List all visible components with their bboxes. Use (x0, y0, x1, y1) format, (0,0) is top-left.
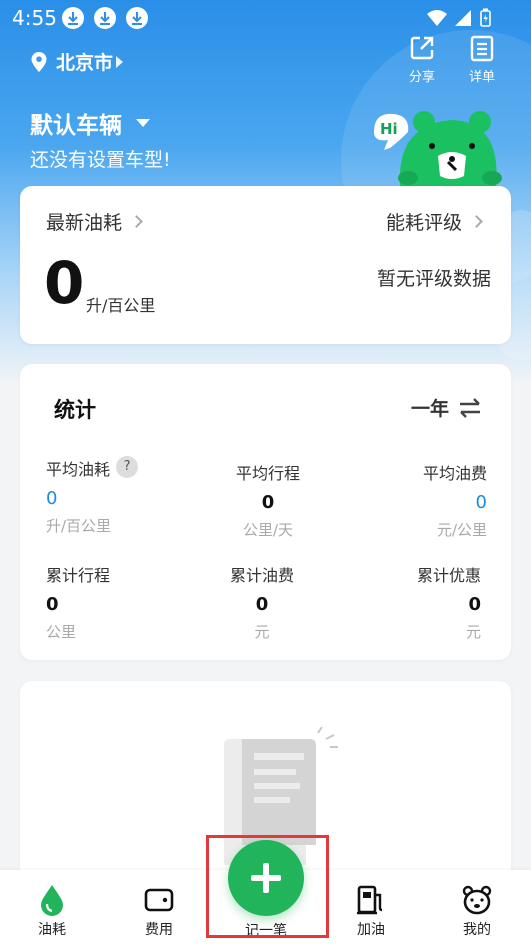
svg-text:Hi: Hi (380, 120, 398, 138)
stat-unit: 元/公里 (436, 521, 487, 539)
chevron-right-icon (470, 215, 483, 228)
city-selector[interactable]: 北京市 (30, 48, 124, 75)
stat-label: 累计行程 (46, 566, 111, 585)
arrow-right-icon (116, 55, 124, 68)
bear-mascot-icon: Hi (374, 111, 502, 188)
help-icon[interactable]: ? (116, 456, 139, 478)
stat-value: 0 (46, 594, 59, 615)
download-icon (62, 7, 84, 29)
signal-icon (455, 10, 471, 26)
stat-value: 0 (468, 594, 481, 615)
stat-label: 累计优惠 (416, 566, 481, 585)
system-status-icons (425, 8, 493, 32)
caret-down-icon (136, 119, 150, 127)
stat-unit: 公里 (46, 623, 77, 641)
stat-unit: 元 (254, 623, 270, 641)
latest-fuel-label: 最新油耗 (46, 212, 123, 234)
nav-tab-expense[interactable]: 费用 (129, 884, 189, 939)
statistics-card: 统计 一年 平均油耗? 0 升/百公里 平均行程 0 公里/天 平均油费 0 元… (20, 364, 511, 660)
period-label: 一年 (410, 398, 449, 420)
stat-label: 平均油费 (422, 464, 487, 483)
stat-value: 0 (475, 492, 487, 513)
statistics-title: 统计 (54, 398, 96, 422)
download-icon (126, 7, 148, 29)
stat-value: 0 (261, 492, 275, 513)
detail-button[interactable]: 详单 (462, 34, 502, 85)
wallet-icon (144, 888, 174, 912)
stat-avg-fuel: 平均油耗? 0 升/百公里 (46, 456, 139, 536)
stat-total-discount: 累计优惠 0 元 (417, 562, 481, 642)
vehicle-selector[interactable]: 默认车辆 (30, 106, 150, 140)
share-label: 分享 (408, 70, 435, 85)
chevron-right-icon (130, 215, 143, 228)
status-time: 4:55 (12, 6, 57, 30)
nav-tab-fuel[interactable]: 油耗 (22, 884, 82, 939)
no-rating-text: 暂无评级数据 (376, 268, 491, 290)
fuel-consumption-card: 最新油耗 能耗评级 0 升/百公里 暂无评级数据 (20, 186, 511, 344)
share-button[interactable]: 分享 (402, 34, 442, 85)
wifi-icon (427, 10, 447, 26)
nav-label: 我的 (463, 922, 491, 938)
period-switch[interactable]: 一年 (411, 394, 481, 421)
energy-rating-label: 能耗评级 (385, 212, 462, 234)
stat-label: 累计油费 (229, 566, 294, 585)
stat-total-trip: 累计行程 0 公里 (46, 562, 110, 642)
highlight-box (206, 835, 329, 938)
stat-total-cost: 累计油费 0 元 (202, 562, 322, 642)
share-icon (410, 36, 434, 60)
energy-rating-link[interactable]: 能耗评级 (385, 208, 483, 235)
download-icon (94, 7, 116, 29)
list-icon (470, 35, 494, 62)
vehicle-name: 默认车辆 (30, 113, 122, 139)
stat-unit: 元 (465, 623, 481, 641)
stat-label: 平均油耗 (46, 460, 111, 479)
location-pin-icon (31, 51, 47, 72)
nav-tab-mine[interactable]: 我的 (447, 884, 507, 939)
vehicle-subtitle[interactable]: 还没有设置车型! (30, 145, 171, 172)
detail-label: 详单 (468, 70, 495, 85)
status-bar: 4:55 (0, 0, 531, 36)
stat-unit: 公里/天 (242, 521, 294, 539)
nav-label: 油耗 (38, 922, 66, 938)
stat-label: 平均行程 (235, 464, 300, 483)
nav-tab-refuel[interactable]: 加油 (341, 884, 401, 939)
latest-fuel-link[interactable]: 最新油耗 (46, 208, 143, 235)
stat-value: 0 (46, 488, 58, 509)
stat-avg-trip: 平均行程 0 公里/天 (208, 460, 328, 540)
latest-fuel-value: 0 (44, 249, 85, 317)
city-name: 北京市 (56, 52, 114, 74)
nav-label: 费用 (145, 922, 173, 938)
stat-unit: 升/百公里 (46, 517, 112, 535)
stat-avg-cost: 平均油费 0 元/公里 (423, 460, 487, 540)
bear-face-icon (462, 885, 492, 915)
fuel-drop-icon (41, 885, 63, 916)
gas-pump-icon (357, 885, 383, 915)
stat-value: 0 (255, 594, 269, 615)
battery-icon (480, 8, 491, 27)
nav-label: 加油 (357, 922, 385, 938)
latest-fuel-unit: 升/百公里 (86, 296, 156, 315)
swap-icon (460, 397, 480, 418)
